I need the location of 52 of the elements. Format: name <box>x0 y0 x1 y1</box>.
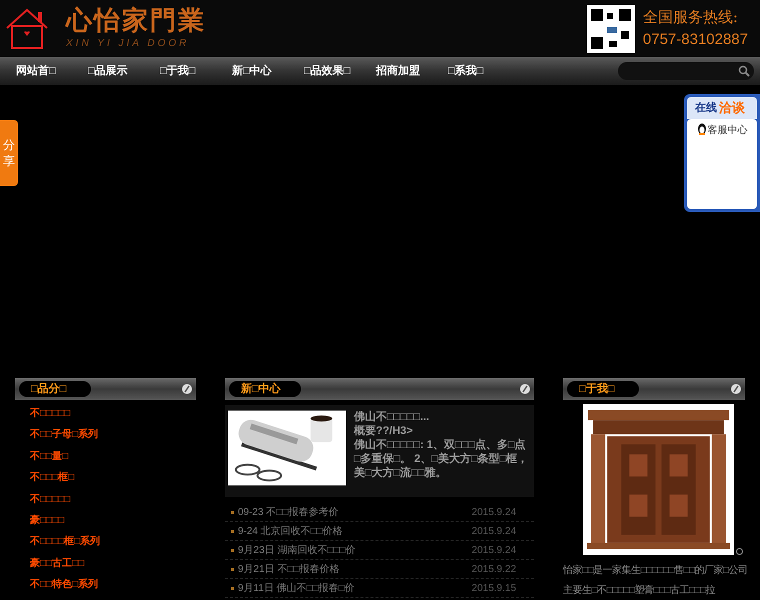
search-field[interactable] <box>618 62 754 80</box>
category-link[interactable]: 不□□□□□ <box>30 403 196 424</box>
more-icon[interactable] <box>730 384 741 394</box>
bullet-icon <box>230 530 234 532</box>
hotline-label: 全国服务热线: <box>642 7 739 28</box>
featured-news-body: 佛山不□□□□□: 1、双□□□点、多□点□多重保□。 2、□美大方□条型□框，美□大方□流□□雅。 <box>354 438 530 480</box>
news-link[interactable]: 09-23 不□□报春参考价 <box>238 504 472 520</box>
qr-code-icon <box>586 4 635 52</box>
news-link[interactable]: 9月23日 湖南回收不□□□价 <box>238 542 472 558</box>
nav-link[interactable]: 新□中心 <box>232 62 304 80</box>
news-link[interactable]: 9月21日 不□□报春价格 <box>238 562 472 576</box>
more-icon[interactable] <box>182 384 192 394</box>
nav-link[interactable]: 招商加盟 <box>376 62 448 80</box>
bullet-icon <box>230 586 234 590</box>
news-date: 2015.9.24 <box>472 506 516 520</box>
hotline-number: 0757-83102887 <box>642 30 748 50</box>
category-link[interactable]: 不□□特色□系列 <box>30 574 196 596</box>
nav-link[interactable]: □品展示 <box>88 62 160 80</box>
news-date: 2015.9.24 <box>472 544 516 558</box>
search-icon[interactable] <box>738 65 750 77</box>
featured-news-title: 佛山不□□□□□... <box>354 410 430 424</box>
news-date: 2015.9.24 <box>472 524 516 538</box>
penguin-icon <box>696 123 706 135</box>
more-icon[interactable] <box>520 384 530 394</box>
chat-title: 在线 <box>695 100 717 116</box>
news-link[interactable]: 9月11日 佛山不□□报春□价 <box>238 580 472 596</box>
category-link[interactable]: 不□□□□□ <box>30 488 196 510</box>
news-link[interactable]: 9-24 北京回收不□□价格 <box>238 524 472 538</box>
category-link[interactable]: 豪□□古工□□ <box>30 552 196 574</box>
category-link[interactable]: 不□□子母□系列 <box>30 424 196 446</box>
nav-link[interactable]: 网站首□ <box>16 62 88 80</box>
brand-name: 心怡家門業 <box>66 6 206 36</box>
nav-link[interactable]: □于我□ <box>160 62 232 80</box>
bullet-icon <box>230 548 234 552</box>
news-date: 2015.9.22 <box>472 562 516 576</box>
nav-link[interactable]: □品效果□ <box>304 62 376 80</box>
brand-latin: XIN YI JIA DOOR <box>66 37 190 51</box>
category-link[interactable]: 豪□□□□ <box>30 510 196 532</box>
category-link[interactable]: 不□□□□框□系列 <box>30 531 196 553</box>
panel-title: □品分□ <box>19 381 91 397</box>
bullet-icon <box>230 510 234 514</box>
featured-news-summary: 概要??/H3> <box>354 424 414 438</box>
chat-title-accent: 洽谈 <box>719 99 745 118</box>
about-text: 怡家□□是一家集生□□□□□□售□□的厂家□公司主要生□不□□□□□塑膏□□□古工□□□拉 <box>563 564 749 598</box>
loading-icon <box>736 548 744 555</box>
panel-title: 新□中心 <box>228 381 301 397</box>
panel-title: □于我□ <box>567 381 640 397</box>
category-link[interactable]: 不□□量□ <box>30 446 196 468</box>
bullet-icon <box>230 568 234 570</box>
nav-link[interactable]: □系我□ <box>448 62 520 80</box>
news-date: 2015.9.15 <box>472 582 516 596</box>
category-link[interactable]: 不□□□框□ <box>30 467 196 489</box>
